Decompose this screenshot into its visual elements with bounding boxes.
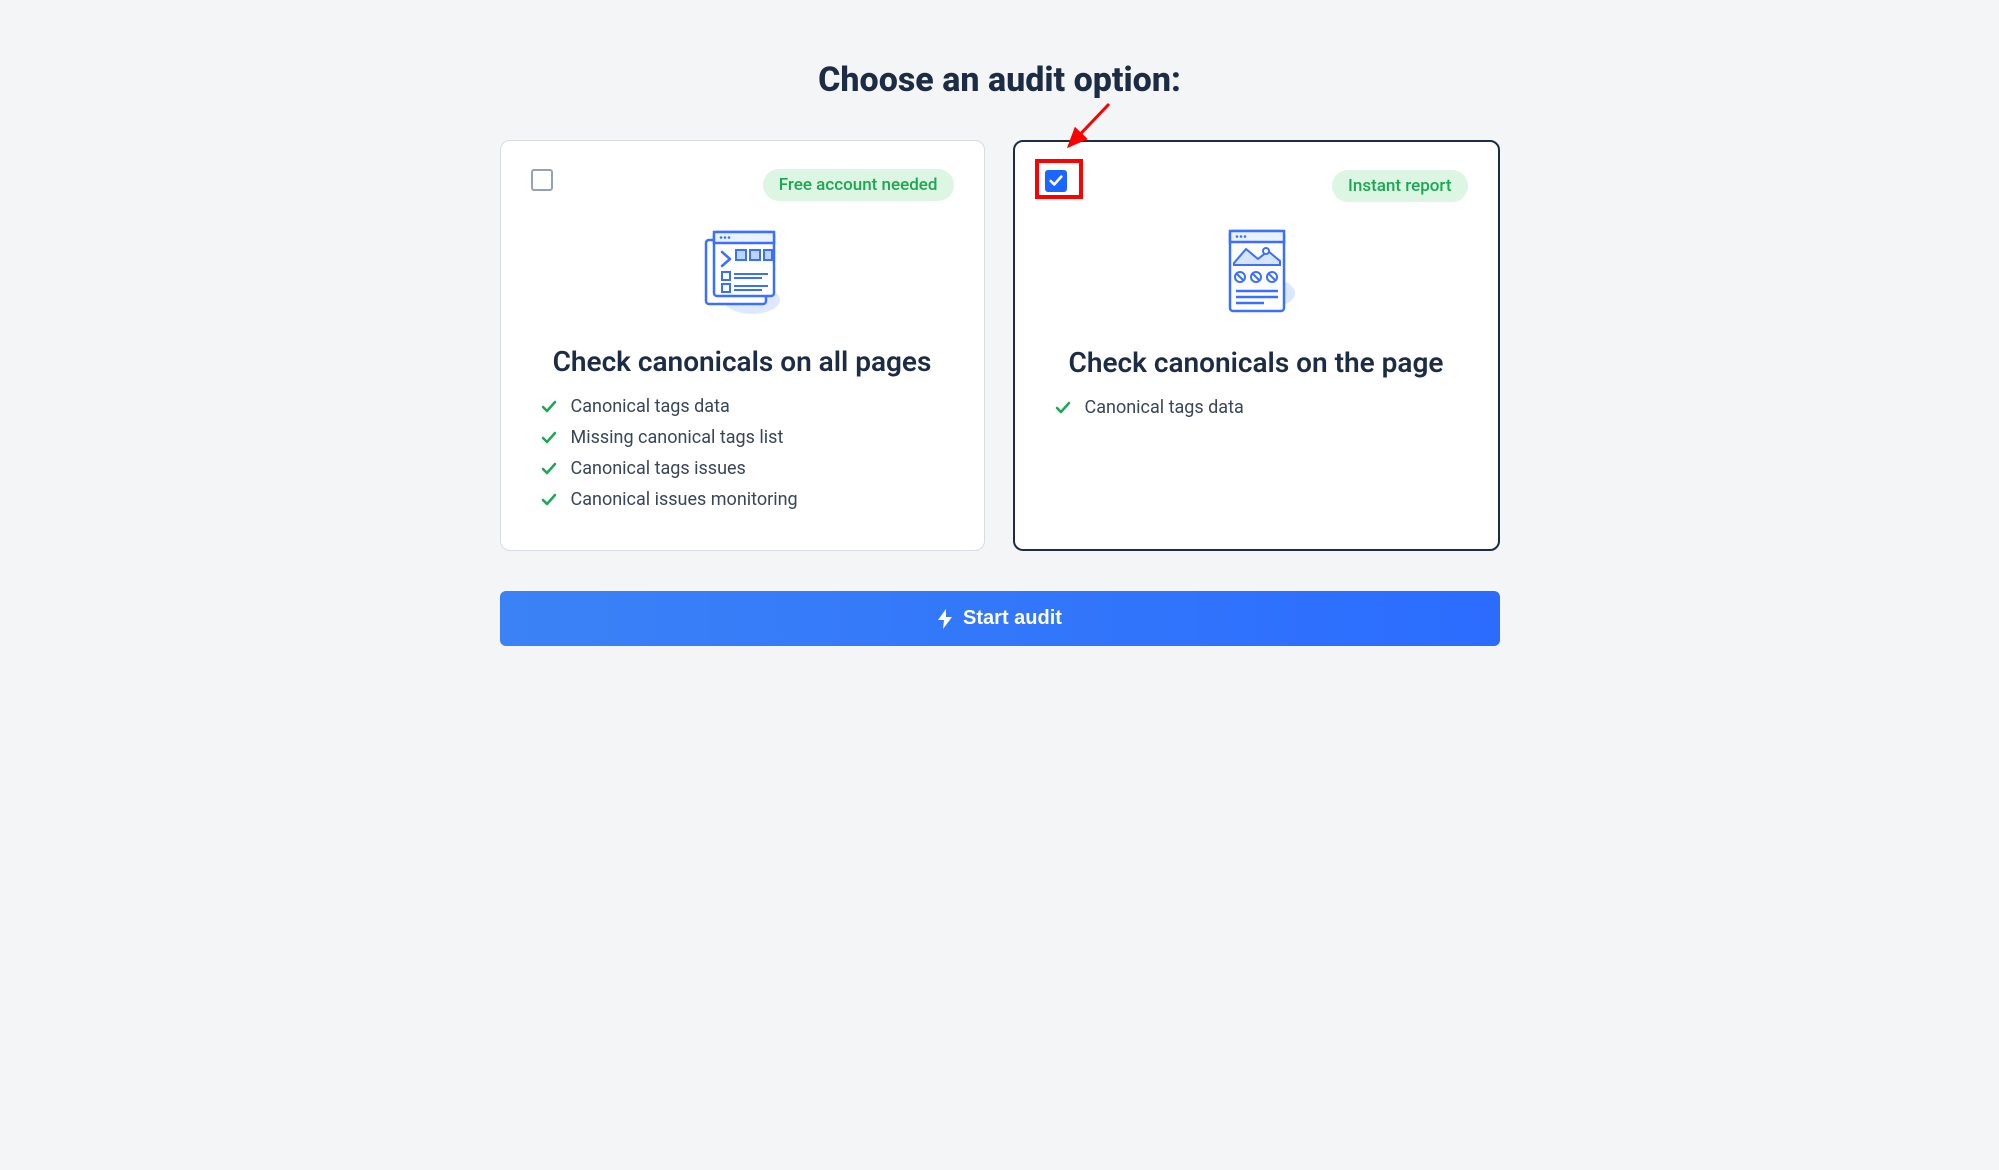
option-checkbox-single-page[interactable] [1045, 170, 1067, 192]
option-cards-row: Free account needed [500, 140, 1500, 551]
card-title-single-page: Check canonicals on the page [1045, 346, 1468, 379]
option-card-all-pages[interactable]: Free account needed [500, 140, 985, 551]
annotation-arrow-icon [1057, 98, 1117, 158]
bolt-icon [937, 609, 953, 629]
feature-label: Missing canonical tags list [571, 427, 784, 448]
page-heading: Choose an audit option: [500, 60, 1500, 100]
illustration-single-page [1045, 218, 1468, 328]
feature-item: Canonical tags data [1055, 397, 1468, 418]
feature-label: Canonical tags data [571, 396, 730, 417]
illustration-all-pages [531, 217, 954, 327]
check-icon [541, 399, 557, 415]
feature-label: Canonical tags issues [571, 458, 746, 479]
check-icon [541, 492, 557, 508]
check-icon [541, 461, 557, 477]
badge-free-account: Free account needed [763, 169, 954, 201]
feature-label: Canonical tags data [1085, 397, 1244, 418]
badge-instant-report: Instant report [1332, 170, 1467, 202]
single-page-icon [1206, 223, 1306, 323]
feature-item: Missing canonical tags list [541, 427, 954, 448]
start-audit-label: Start audit [963, 607, 1062, 630]
card-top-row: Free account needed [531, 169, 954, 201]
pages-stack-icon [692, 222, 792, 322]
check-icon [541, 430, 557, 446]
feature-item: Canonical tags data [541, 396, 954, 417]
check-icon [1055, 400, 1071, 416]
card-title-all-pages: Check canonicals on all pages [531, 345, 954, 378]
features-list-all-pages: Canonical tags data Missing canonical ta… [531, 396, 954, 520]
start-audit-button[interactable]: Start audit [500, 591, 1500, 646]
checkmark-icon [1049, 174, 1063, 188]
option-card-single-page[interactable]: Instant report Check ca [1013, 140, 1500, 551]
audit-option-container: Choose an audit option: Free account nee… [500, 60, 1500, 646]
feature-item: Canonical issues monitoring [541, 489, 954, 510]
option-checkbox-all-pages[interactable] [531, 169, 553, 191]
card-top-row: Instant report [1045, 170, 1468, 202]
feature-label: Canonical issues monitoring [571, 489, 798, 510]
feature-item: Canonical tags issues [541, 458, 954, 479]
features-list-single-page: Canonical tags data [1045, 397, 1468, 428]
